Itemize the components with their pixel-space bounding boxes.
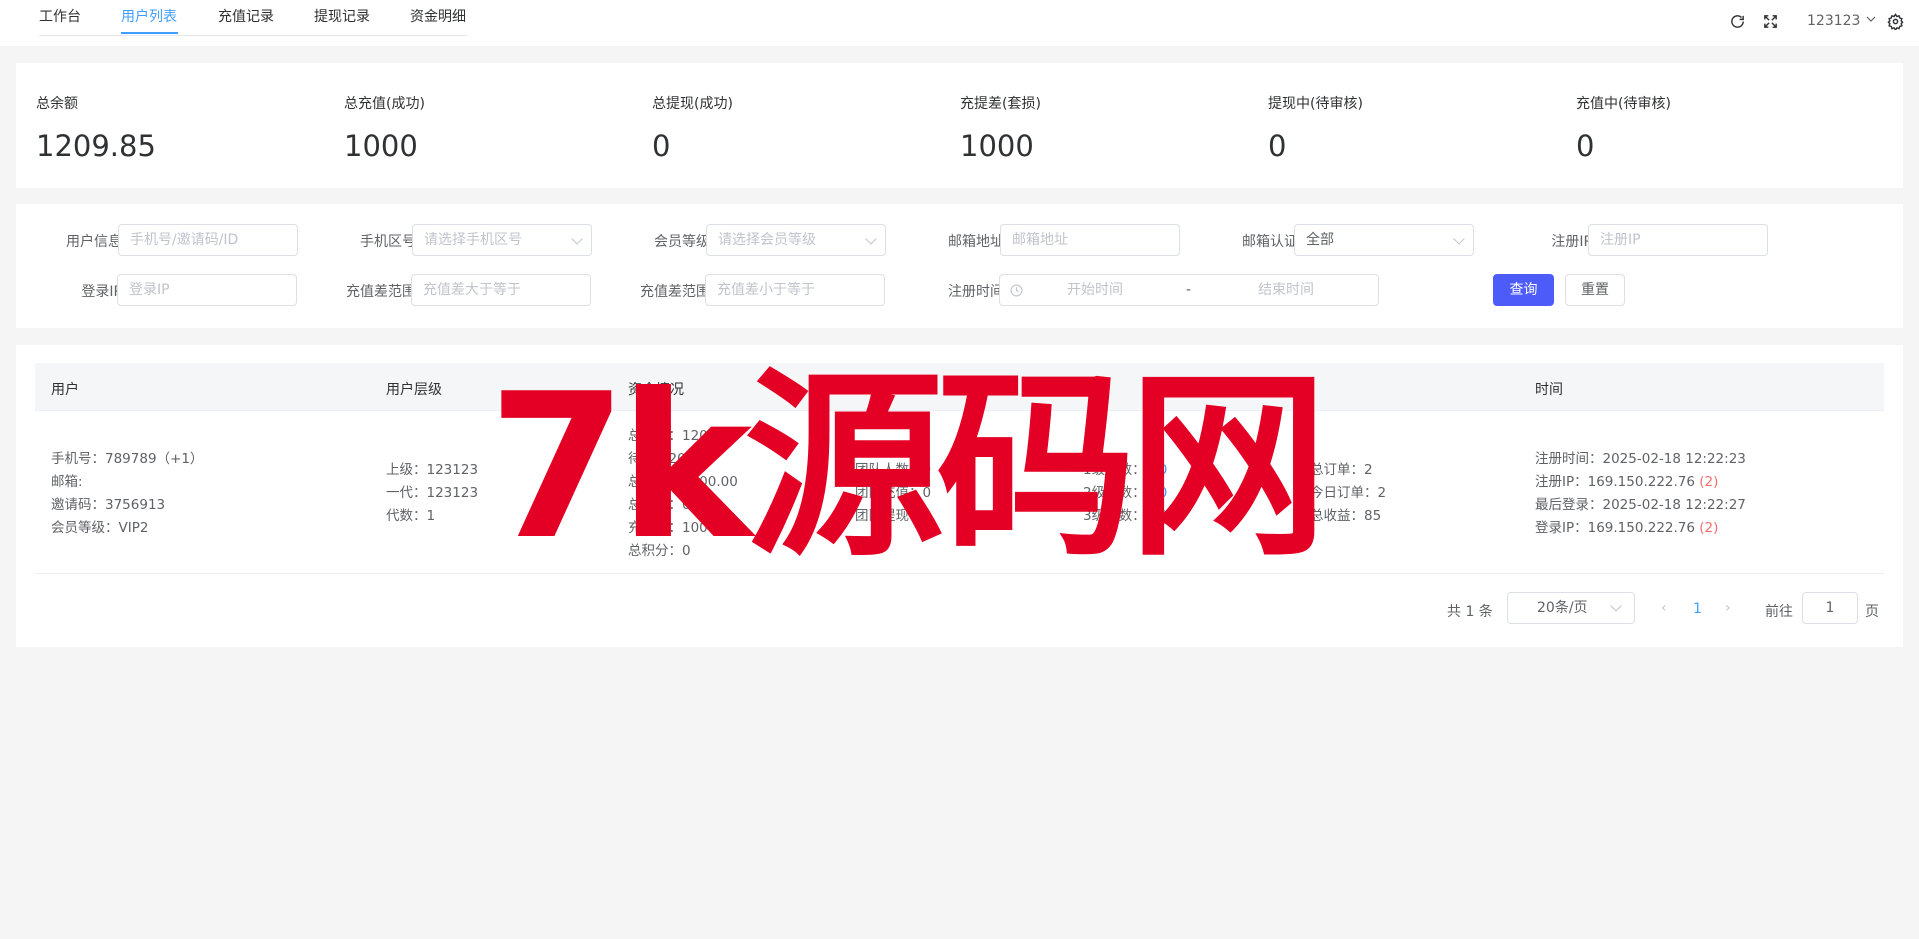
vip-level-label: 会员等级 (654, 234, 710, 250)
stats-card: 总余额 1209.85 总充值(成功) 1000 总提现(成功) 0 充提差(套… (16, 63, 1903, 188)
stat-total-balance: 总余额 1209.85 (36, 93, 156, 163)
login-ip-label: 登录IP (81, 284, 122, 300)
email-verify-value: 全部 (1306, 232, 1334, 248)
recharge-diff-max-input[interactable]: 充值差小于等于 (705, 274, 885, 306)
last-login-time: 最后登录：2025-02-18 12:22:27 (1535, 497, 1746, 513)
stat-value: 0 (1268, 129, 1287, 163)
email-input[interactable]: 邮箱地址 (1000, 224, 1180, 256)
stat-value: 1000 (960, 129, 1034, 163)
stat-total-recharge: 总充值(成功) 1000 (344, 93, 425, 163)
col-user-level: 用户层级 (386, 382, 442, 398)
gear-icon[interactable] (1887, 13, 1905, 32)
register-ip-text: 注册IP：169.150.222.76 (1535, 474, 1700, 490)
clock-icon (1010, 284, 1023, 297)
level-parent: 上级：123123 (386, 462, 479, 478)
top-bar: 工作台 用户列表 充值记录 提现记录 资金明细 123123 (0, 0, 1919, 46)
fullscreen-icon[interactable] (1762, 13, 1780, 31)
stat-value: 1209.85 (36, 129, 156, 163)
stat-label: 充提差(套损) (960, 96, 1041, 112)
page-suffix: 页 (1865, 604, 1879, 620)
login-ip-text: 登录IP：169.150.222.76 (1535, 520, 1700, 536)
email-label: 邮箱地址 (948, 234, 1004, 250)
tab-workbench[interactable]: 工作台 (39, 6, 81, 26)
recharge-diff-max-label: 充值差范围 (640, 284, 710, 300)
range-separator: - (1186, 282, 1192, 298)
next-page-button[interactable]: › (1725, 600, 1731, 616)
stat-total-withdraw: 总提现(成功) 0 (652, 93, 733, 163)
start-time-placeholder: 开始时间 (1067, 282, 1123, 298)
tab-strip: 工作台 用户列表 充值记录 提现记录 资金明细 (39, 0, 467, 36)
page-size-select[interactable]: 20条/页 (1507, 592, 1635, 624)
email-verify-label: 邮箱认证 (1242, 234, 1298, 250)
user-info-label: 用户信息 (66, 234, 122, 250)
goto-label: 前往 (1765, 604, 1793, 620)
user-name: 123123 (1807, 13, 1861, 29)
recharge-diff-min-label: 充值差范围 (346, 284, 416, 300)
goto-page-input[interactable]: 1 (1802, 592, 1858, 624)
level-depth: 代数：1 (386, 508, 436, 524)
refresh-icon[interactable] (1729, 13, 1747, 31)
register-ip-label: 注册IP (1551, 234, 1592, 250)
pager-total: 共 1 条 (1447, 604, 1493, 620)
user-vip-level: 会员等级：VIP2 (51, 520, 149, 536)
register-time: 注册时间：2025-02-18 12:22:23 (1535, 451, 1746, 467)
stat-value: 0 (1576, 129, 1595, 163)
stat-label: 总提现(成功) (652, 96, 733, 112)
stat-label: 提现中(待审核) (1268, 96, 1363, 112)
active-tab-indicator (121, 32, 178, 34)
watermark: 7k源码网 (488, 358, 1328, 578)
stat-recharge-pending: 充值中(待审核) 0 (1576, 93, 1671, 163)
stat-value: 0 (652, 129, 671, 163)
stat-recharge-diff: 充提差(套损) 1000 (960, 93, 1041, 163)
user-email: 邮箱: (51, 474, 83, 490)
stat-withdraw-pending: 提现中(待审核) 0 (1268, 93, 1363, 163)
chevron-down-icon (1610, 600, 1622, 612)
chevron-down-icon (1866, 16, 1876, 22)
tab-user-list[interactable]: 用户列表 (121, 6, 177, 26)
user-info-input[interactable]: 手机号/邀请码/ID (118, 224, 298, 256)
user-menu[interactable]: 123123 (1807, 13, 1877, 29)
end-time-placeholder: 结束时间 (1258, 282, 1314, 298)
chevron-down-icon (865, 233, 877, 245)
email-verify-select[interactable]: 全部 (1294, 224, 1474, 256)
user-invite-code: 邀请码：3756913 (51, 497, 166, 513)
login-ip-input[interactable]: 登录IP (117, 274, 297, 306)
col-user: 用户 (51, 382, 79, 398)
stat-label: 充值中(待审核) (1576, 96, 1671, 112)
page-size-value: 20条/页 (1537, 600, 1588, 616)
register-time-range[interactable]: 开始时间 - 结束时间 (999, 274, 1379, 306)
reset-button[interactable]: 重置 (1565, 274, 1625, 306)
search-button[interactable]: 查询 (1493, 274, 1554, 306)
login-ip-count[interactable]: (2) (1699, 520, 1718, 536)
area-code-placeholder: 请选择手机区号 (424, 232, 522, 248)
vip-level-select[interactable]: 请选择会员等级 (706, 224, 886, 256)
stat-label: 总充值(成功) (344, 96, 425, 112)
user-phone: 手机号：789789（+1） (51, 451, 204, 467)
level-gen1: 一代：123123 (386, 485, 479, 501)
recharge-diff-min-input[interactable]: 充值差大于等于 (411, 274, 591, 306)
chevron-down-icon (571, 233, 583, 245)
area-code-select[interactable]: 请选择手机区号 (412, 224, 592, 256)
tab-recharge-records[interactable]: 充值记录 (218, 6, 274, 26)
stat-value: 1000 (344, 129, 418, 163)
register-ip-count[interactable]: (2) (1699, 474, 1718, 490)
register-ip-input[interactable]: 注册IP (1588, 224, 1768, 256)
login-ip: 登录IP：169.150.222.76 (2) (1535, 516, 1718, 536)
tab-fund-details[interactable]: 资金明细 (410, 6, 466, 26)
vip-level-placeholder: 请选择会员等级 (718, 232, 816, 248)
filter-card: 用户信息 手机号/邀请码/ID 手机区号 请选择手机区号 会员等级 请选择会员等… (16, 204, 1903, 328)
area-code-label: 手机区号 (360, 234, 416, 250)
register-time-label: 注册时间 (948, 284, 1004, 300)
page-number-1[interactable]: 1 (1693, 601, 1702, 617)
tab-withdraw-records[interactable]: 提现记录 (314, 6, 370, 26)
col-time: 时间 (1535, 382, 1563, 398)
stat-label: 总余额 (36, 96, 78, 112)
register-ip: 注册IP：169.150.222.76 (2) (1535, 470, 1718, 490)
prev-page-button[interactable]: ‹ (1661, 600, 1667, 616)
chevron-down-icon (1453, 233, 1465, 245)
